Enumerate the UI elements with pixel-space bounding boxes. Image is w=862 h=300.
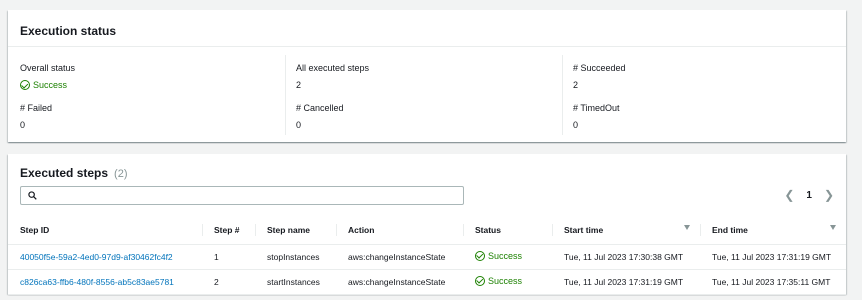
status-badge: Success (475, 275, 523, 286)
step-id-link[interactable]: c826ca63-ffb6-480f-8556-ab5c83ae5781 (20, 277, 174, 287)
check-circle-icon (475, 275, 485, 286)
column-header-end-time[interactable]: End time (700, 216, 846, 245)
cell-step-name: stopInstances (255, 244, 336, 270)
chevron-left-icon[interactable]: ❮ (784, 188, 794, 202)
cancelled-label: # Cancelled (296, 103, 344, 113)
timedout-label: # TimedOut (573, 103, 620, 113)
cell-action: aws:changeInstanceState (336, 269, 463, 295)
status-text: Success (488, 250, 523, 261)
execution-status-panel: Execution status Overall status Success … (8, 10, 846, 142)
failed-label: # Failed (20, 103, 53, 113)
failed-value: 0 (20, 120, 26, 130)
column-header-label: End time (712, 224, 748, 235)
column-header-status[interactable]: Status (463, 216, 552, 245)
succeeded: # Succeeded 2 (573, 63, 626, 90)
overall-status-value: Success (33, 80, 68, 90)
column-separator (255, 224, 256, 236)
table-row: c826ca63-ffb6-480f-8556-ab5c83ae5781 2 s… (8, 269, 846, 295)
executed-steps-table: Step ID Step # Step name Action Status S… (8, 216, 846, 295)
column-header-label: Step ID (20, 224, 50, 235)
check-circle-icon (475, 250, 485, 261)
column-header-start-time[interactable]: Start time (552, 216, 700, 245)
overall-status: Overall status Success (20, 63, 75, 92)
caret-down-icon[interactable] (684, 225, 690, 230)
table-row: 40050f5e-59a2-4ed0-97d9-af30462fc4f2 1 s… (8, 244, 846, 270)
check-circle-icon (20, 80, 30, 90)
column-header-step-num[interactable]: Step # (202, 216, 255, 245)
column-header-label: Action (348, 224, 375, 235)
cell-step-num: 1 (202, 244, 255, 270)
search-input[interactable] (21, 189, 463, 206)
execution-status-title: Execution status (8, 10, 846, 47)
column-separator (552, 224, 553, 236)
cell-step-id: 40050f5e-59a2-4ed0-97d9-af30462fc4f2 (8, 244, 202, 270)
search-box (20, 186, 464, 206)
caret-down-icon[interactable] (830, 225, 836, 230)
pagination: ❮ 1 ❯ (784, 188, 834, 202)
table-header-row: Step ID Step # Step name Action Status S… (8, 216, 846, 245)
cell-step-num: 2 (202, 269, 255, 295)
execution-status-grid: Overall status Success All executed step… (8, 47, 846, 142)
cancelled-value: 0 (296, 120, 302, 130)
column-header-label: Step name (267, 224, 310, 235)
column-header-label: Start time (564, 224, 604, 235)
column-separator (463, 224, 464, 236)
cell-status: Success (463, 269, 552, 295)
cell-end-time: Tue, 11 Jul 2023 17:31:19 GMT (700, 244, 846, 270)
column-separator (700, 224, 701, 236)
status-badge: Success (20, 80, 67, 90)
chevron-right-icon[interactable]: ❯ (824, 188, 834, 202)
cell-step-id: c826ca63-ffb6-480f-8556-ab5c83ae5781 (8, 269, 202, 295)
failed: # Failed 0 (20, 103, 52, 130)
cell-end-time: Tue, 11 Jul 2023 17:35:11 GMT (700, 269, 846, 295)
executed-steps-panel: Executed steps (2) ❮ 1 ❯ Step ID Step # S… (8, 154, 846, 295)
status-badge: Success (475, 250, 523, 261)
column-header-step-name[interactable]: Step name (255, 216, 336, 245)
column-header-step-id[interactable]: Step ID (8, 216, 202, 245)
timedout-value: 0 (573, 120, 579, 130)
cell-action: aws:changeInstanceState (336, 244, 463, 270)
cell-status: Success (463, 244, 552, 270)
column-header-label: Step # (214, 224, 240, 235)
search-icon (28, 191, 37, 200)
step-id-link[interactable]: 40050f5e-59a2-4ed0-97d9-af30462fc4f2 (20, 252, 173, 262)
status-text: Success (488, 275, 523, 286)
executed-steps-count: (2) (114, 168, 128, 180)
succeeded-label: # Succeeded (573, 63, 626, 73)
column-separator (336, 224, 337, 236)
column-divider (562, 55, 563, 135)
executed-steps-heading: Executed steps (20, 166, 109, 180)
all-steps: All executed steps 2 (296, 63, 369, 90)
column-header-action[interactable]: Action (336, 216, 463, 245)
overall-status-label: Overall status (20, 63, 76, 73)
column-divider (285, 55, 286, 135)
page-number[interactable]: 1 (806, 190, 812, 201)
cancelled: # Cancelled 0 (296, 103, 344, 130)
all-steps-label: All executed steps (296, 63, 370, 73)
executed-steps-title: Executed steps (2) (20, 166, 128, 180)
succeeded-value: 2 (573, 80, 579, 90)
column-header-label: Status (475, 224, 501, 235)
cell-step-name: startInstances (255, 269, 336, 295)
column-separator (202, 224, 203, 236)
cell-start-time: Tue, 11 Jul 2023 17:31:19 GMT (552, 269, 700, 295)
all-steps-value: 2 (296, 80, 302, 90)
cell-start-time: Tue, 11 Jul 2023 17:30:38 GMT (552, 244, 700, 270)
timedout: # TimedOut 0 (573, 103, 620, 130)
